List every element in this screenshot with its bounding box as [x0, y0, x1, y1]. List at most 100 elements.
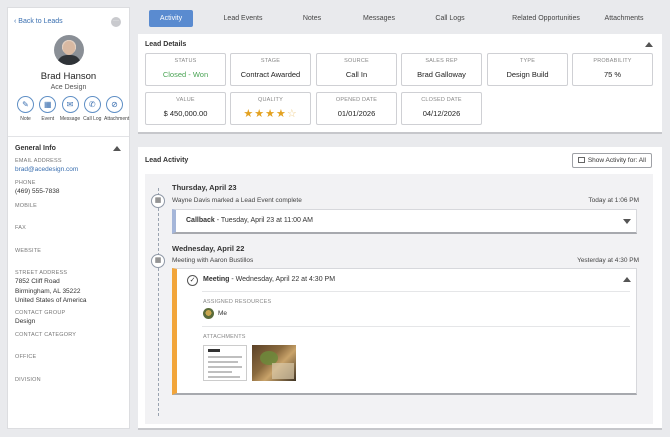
tab-lead-events[interactable]: Lead Events — [218, 10, 268, 27]
meeting-title: Meeting — [203, 276, 230, 283]
event-timestamp: Today at 1:06 PM — [588, 197, 639, 204]
type-card: TYPE Design Build — [487, 53, 568, 86]
note-icon: ✎ — [17, 96, 34, 113]
tab-attachments[interactable]: Attachments — [600, 10, 648, 27]
timeline-line — [158, 188, 159, 416]
collapse-caret-icon[interactable] — [113, 146, 121, 151]
more-menu-icon[interactable]: ··· — [111, 17, 121, 27]
division-label: DIVISION — [15, 377, 41, 383]
status-card: STATUS Closed - Won — [145, 53, 226, 86]
tab-messages[interactable]: Messages — [360, 10, 398, 27]
probability-value: 75 % — [603, 70, 622, 79]
assigned-resource-name: Me — [218, 310, 228, 317]
event-description: Meeting with Aaron Bustillos — [172, 257, 254, 264]
assigned-resources-label: ASSIGNED RESOURCES — [203, 299, 272, 305]
envelope-icon: ✉ — [61, 96, 79, 113]
tab-activity[interactable]: Activity — [149, 10, 193, 27]
probability-label: PROBABILITY — [593, 58, 632, 64]
quality-card: QUALITY ★★★★☆ — [230, 92, 311, 125]
email-value[interactable]: brad@acedesign.com — [15, 165, 78, 175]
status-value: Closed - Won — [162, 70, 209, 79]
lead-activity-section: Lead Activity Show Activity for: All Thu… — [138, 147, 662, 430]
contact-category-label: CONTACT CATEGORY — [15, 332, 77, 338]
lead-activity-title: Lead Activity — [145, 157, 189, 164]
event-action-button[interactable]: ▦ Event — [37, 96, 58, 122]
meeting-detail: - Wednesday, April 22 at 4:30 PM — [229, 276, 336, 283]
back-to-leads-link[interactable]: ‹ Back to Leads — [14, 18, 63, 25]
website-label: WEBSITE — [15, 248, 42, 254]
street-line2: Birmingham, AL 35222 — [15, 287, 81, 295]
activity-timeline: Thursday, April 23 ▦ Wayne Davis marked … — [145, 174, 653, 424]
tab-related-opportunities[interactable]: Related Opportunities — [496, 10, 596, 27]
document-thumbnail[interactable] — [203, 345, 247, 381]
phone-value: (469) 555-7838 — [15, 188, 60, 195]
stage-card: STAGE Contract Awarded — [230, 53, 311, 86]
callback-detail: - Tuesday, April 23 at 11:00 AM — [214, 217, 313, 224]
star-filled-icon[interactable]: ★ — [265, 108, 276, 120]
type-label: TYPE — [519, 58, 536, 64]
note-action-label: Note — [20, 116, 31, 122]
meeting-event-title: Meeting - Wednesday, April 22 at 4:30 PM — [203, 276, 335, 283]
email-label: EMAIL ADDRESS — [15, 158, 62, 164]
attachment-action-label: Attachment — [104, 116, 130, 122]
message-action-label: Message — [59, 116, 81, 122]
star-filled-icon[interactable]: ★ — [254, 108, 265, 120]
value-card: VALUE $ 450,000.00 — [145, 92, 226, 125]
sales-rep-value: Brad Galloway — [417, 70, 466, 79]
contact-company: Ace Design — [50, 84, 87, 91]
event-icon: ▦ — [151, 254, 165, 268]
quality-label: QUALITY — [258, 97, 283, 103]
avatar — [203, 308, 214, 319]
expand-caret-icon[interactable] — [623, 219, 631, 224]
contact-group-value: Design — [15, 318, 36, 325]
value-value: $ 450,000.00 — [163, 109, 208, 118]
source-card: SOURCE Call In — [316, 53, 397, 86]
calendar-icon — [577, 157, 585, 163]
opened-date-card: OPENED DATE 01/01/2026 — [316, 92, 397, 125]
photo-thumbnail[interactable] — [252, 345, 296, 381]
next-section-edge — [138, 426, 662, 430]
calendar-icon: ▦ — [39, 96, 57, 113]
callback-event-card[interactable]: Callback - Tuesday, April 23 at 11:00 AM — [172, 209, 637, 234]
phone-icon: ✆ — [83, 96, 101, 113]
stage-value: Contract Awarded — [240, 70, 301, 79]
status-label: STATUS — [174, 58, 197, 64]
call-log-action-button[interactable]: ✆ Call Log — [82, 96, 103, 122]
collapse-caret-icon[interactable] — [645, 42, 653, 47]
attachment-action-button[interactable]: ⊘ Attachment — [104, 96, 130, 122]
callback-title: Callback — [186, 217, 215, 224]
checkmark-icon: ✓ — [187, 275, 198, 286]
avatar — [54, 35, 84, 65]
probability-card: PROBABILITY 75 % — [572, 53, 653, 86]
paperclip-icon: ⊘ — [106, 96, 123, 113]
day-heading: Wednesday, April 22 — [172, 244, 245, 253]
event-icon: ▦ — [151, 194, 165, 208]
show-activity-filter-button[interactable]: Show Activity for: All — [571, 153, 652, 168]
tab-call-logs[interactable]: Call Logs — [431, 10, 469, 27]
closed-date-card: CLOSED DATE 04/12/2026 — [401, 92, 482, 125]
meeting-event-card[interactable]: ✓ Meeting - Wednesday, April 22 at 4:30 … — [172, 268, 637, 395]
event-action-label: Event — [41, 116, 55, 122]
day-heading: Thursday, April 23 — [172, 183, 237, 192]
fax-label: FAX — [15, 225, 26, 231]
event-timestamp: Yesterday at 4:30 PM — [577, 257, 639, 264]
collapse-caret-icon[interactable] — [623, 277, 631, 282]
stage-label: STAGE — [260, 58, 281, 64]
contact-group-label: CONTACT GROUP — [15, 310, 66, 316]
star-filled-icon[interactable]: ★ — [243, 108, 254, 120]
opened-date-label: OPENED DATE — [335, 97, 378, 103]
star-empty-icon[interactable]: ☆ — [287, 108, 298, 120]
quick-actions: ✎ Note ▦ Event ✉ Message ✆ Call Log ⊘ Attachm… — [15, 96, 130, 122]
type-value: Design Build — [506, 70, 549, 79]
source-value: Call In — [345, 70, 368, 79]
street-label: STREET ADDRESS — [15, 270, 68, 276]
star-filled-icon[interactable]: ★ — [276, 108, 287, 120]
value-label: VALUE — [176, 97, 195, 103]
sales-rep-card: SALES REP Brad Galloway — [401, 53, 482, 86]
tab-notes[interactable]: Notes — [298, 10, 326, 27]
contact-name: Brad Hanson — [40, 71, 97, 82]
general-info-title: General Info — [15, 145, 56, 152]
message-action-button[interactable]: ✉ Message — [60, 96, 81, 122]
closed-date-value: 04/12/2026 — [422, 109, 461, 118]
note-action-button[interactable]: ✎ Note — [15, 96, 36, 122]
